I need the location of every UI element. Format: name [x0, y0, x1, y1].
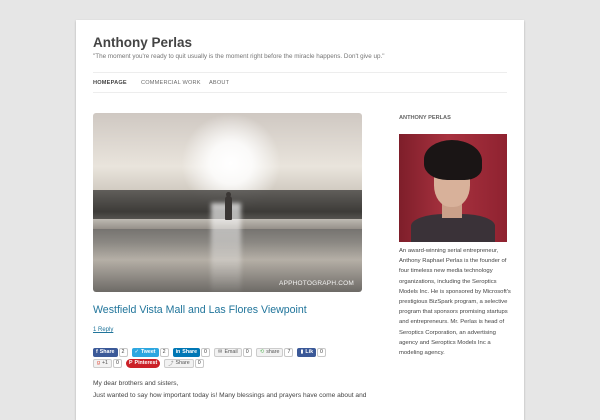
nav-item-homepage[interactable]: HOMEPAGE	[93, 80, 127, 86]
nav-item-about[interactable]: ABOUT	[209, 80, 229, 86]
generic-share-button[interactable]: ⟲ share	[255, 347, 284, 357]
email-share-button[interactable]: ✉ Email	[214, 347, 242, 357]
post-title-link[interactable]: Westfield Vista Mall and Las Flores View…	[93, 304, 307, 316]
tweet-button[interactable]: ✓ Tweet	[131, 347, 159, 357]
share-button[interactable]: ⤴ Share	[164, 358, 194, 368]
featured-image[interactable]: APPHOTOGRAPH.COM	[93, 113, 362, 292]
like-label: Lik	[305, 349, 314, 355]
linkedin-icon: in	[175, 349, 181, 355]
flattr-icon: ▮	[300, 349, 304, 355]
email-icon: ✉	[218, 349, 223, 355]
linkedin-share-count: 0	[201, 347, 211, 357]
email-share-label: Email	[224, 349, 238, 355]
post-body: My dear brothers and sisters, Just wante…	[93, 378, 368, 402]
linkedin-share-button[interactable]: in Share	[172, 347, 201, 357]
share-icon: ⟲	[259, 349, 265, 355]
like-count: 0	[317, 347, 327, 357]
portrait-hair	[424, 140, 482, 180]
share-count: 0	[194, 358, 204, 368]
pinterest-icon: P	[129, 360, 133, 366]
nav-item-commercial-work[interactable]: COMMERCIAL WORK	[141, 80, 201, 86]
main-navigation: HOMEPAGE COMMERCIAL WORK ABOUT	[93, 72, 507, 93]
facebook-share-count: 2	[118, 347, 128, 357]
generic-share-label: share	[266, 349, 280, 355]
linkedin-share-label: Share	[182, 349, 198, 355]
facebook-share-button[interactable]: f Share	[93, 347, 118, 357]
author-portrait	[399, 134, 507, 242]
like-button[interactable]: ▮ Lik	[297, 347, 317, 357]
site-description: "The moment you're ready to quit usually…	[93, 53, 385, 60]
twitter-icon: ✓	[134, 349, 139, 355]
tweet-label: Tweet	[140, 349, 156, 355]
reply-link[interactable]: 1 Reply	[93, 327, 113, 333]
post-body-line: Just wanted to say how important today i…	[93, 392, 367, 399]
pinterest-label: Pinterest	[134, 360, 158, 366]
image-watermark: APPHOTOGRAPH.COM	[279, 280, 354, 287]
facebook-share-label: Share	[99, 349, 115, 355]
google-plus-label: +1	[101, 360, 108, 366]
pinterest-button[interactable]: P Pinterest	[126, 358, 161, 368]
email-share-count: 0	[242, 347, 252, 357]
tweet-count: 2	[159, 347, 169, 357]
google-plus-count: 0	[113, 358, 122, 368]
share-label: Share	[175, 360, 190, 366]
sidebar-widget-title: ANTHONY PERLAS	[399, 115, 451, 121]
share-icon: ⤴	[168, 361, 174, 367]
facebook-icon: f	[96, 349, 98, 355]
google-plus-icon: g	[97, 360, 100, 366]
person-silhouette	[225, 196, 232, 220]
post-body-line: My dear brothers and sisters,	[93, 380, 179, 387]
portrait-shirt	[411, 214, 495, 242]
site-title[interactable]: Anthony Perlas	[93, 35, 192, 50]
author-bio: An award-winning serial entrepreneur, An…	[399, 248, 511, 357]
share-buttons-row-1: f Share 2 ✓ Tweet 2 in Share 0 ✉ Email 0 ⟲ sh…	[93, 347, 330, 357]
page-container: Anthony Perlas "The moment you're ready …	[76, 20, 524, 420]
google-plus-button[interactable]: g +1	[93, 358, 112, 368]
share-buttons-row-2: g +1 0 P Pinterest ⤴ Share 0	[93, 358, 208, 368]
generic-share-count: 7	[284, 347, 294, 357]
